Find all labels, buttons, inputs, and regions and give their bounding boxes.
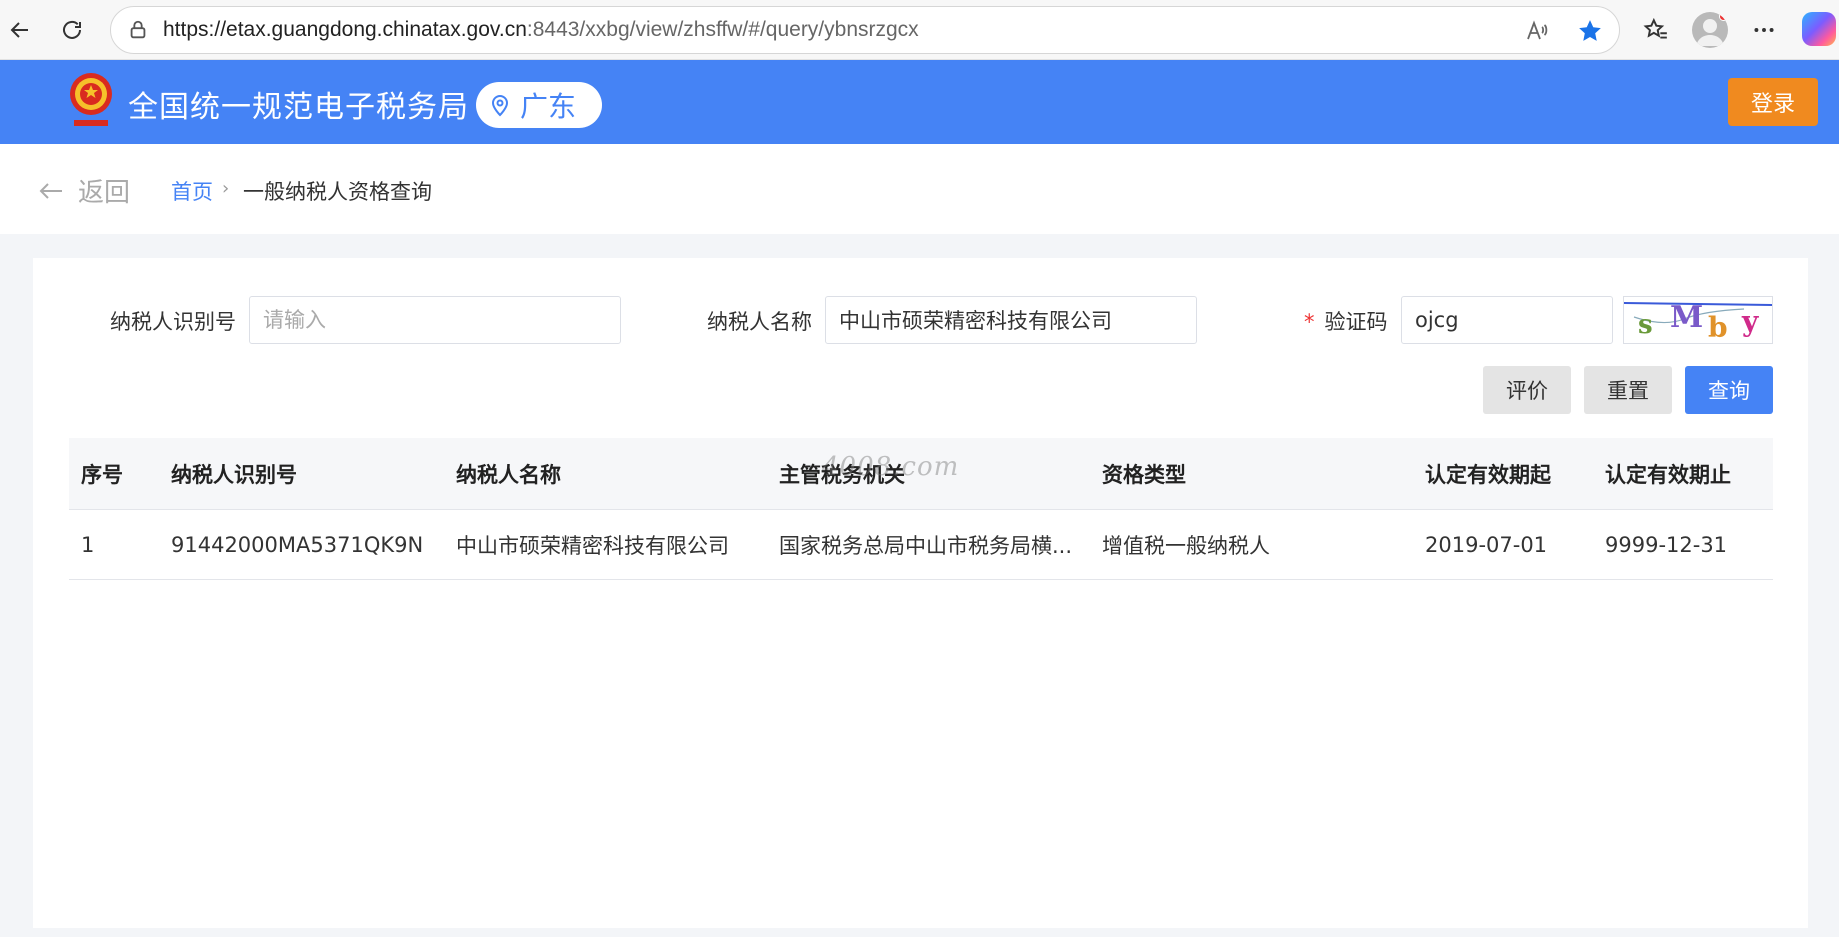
back-arrow-icon <box>39 182 62 199</box>
reset-button[interactable]: 重置 <box>1584 366 1672 414</box>
location-pin-icon <box>491 95 509 117</box>
evaluate-button[interactable]: 评价 <box>1483 366 1571 414</box>
region-label: 广东 <box>520 90 577 123</box>
url-text[interactable]: https://etax.guangdong.chinatax.gov.cn:8… <box>163 18 919 42</box>
col-header-qualification-type: 资格类型 <box>1102 462 1186 487</box>
cell-index: 1 <box>81 532 95 557</box>
captcha-image[interactable]: s M b y <box>1623 296 1773 344</box>
notification-dot <box>1719 12 1728 21</box>
favorite-star-icon[interactable] <box>1577 18 1603 44</box>
tax-emblem-logo <box>70 73 112 126</box>
address-bar[interactable]: https://etax.guangdong.chinatax.gov.cn:8… <box>110 6 1620 54</box>
refresh-icon[interactable] <box>54 12 90 48</box>
required-mark: * <box>1304 310 1315 334</box>
read-aloud-icon[interactable] <box>1525 19 1549 43</box>
favorites-icon[interactable] <box>1640 14 1672 46</box>
browser-toolbar: https://etax.guangdong.chinatax.gov.cn:8… <box>0 0 1839 60</box>
breadcrumb-current: 一般纳税人资格查询 <box>243 180 432 204</box>
login-button[interactable]: 登录 <box>1728 78 1818 126</box>
breadcrumb-separator: › <box>222 178 230 199</box>
lock-icon[interactable] <box>127 19 149 41</box>
back-link[interactable]: 返回 <box>36 172 130 209</box>
col-header-valid-from: 认定有效期起 <box>1425 462 1551 487</box>
back-label: 返回 <box>78 178 131 208</box>
col-header-taxpayer-id: 纳税人识别号 <box>171 462 297 487</box>
table-row[interactable]: 1 91442000MA5371QK9N 中山市硕荣精密科技有限公司 国家税务总… <box>69 510 1773 580</box>
svg-text:b: b <box>1708 311 1728 344</box>
profile-avatar[interactable] <box>1692 12 1728 48</box>
cell-valid-to: 9999-12-31 <box>1605 532 1728 557</box>
cell-valid-from: 2019-07-01 <box>1425 532 1548 557</box>
taxpayer-name-input[interactable] <box>825 296 1197 344</box>
svg-text:y: y <box>1741 305 1759 338</box>
back-arrow-icon[interactable] <box>2 12 38 48</box>
cell-qualification-type: 增值税一般纳税人 <box>1102 533 1270 558</box>
breadcrumb-bar: 返回 首页 › 一般纳税人资格查询 <box>0 144 1839 234</box>
query-panel: 纳税人识别号 纳税人名称 *验证码 s M b y 评价 重置 查询 序号 纳税… <box>33 258 1808 928</box>
region-selector[interactable]: 广东 <box>476 82 602 128</box>
more-options-icon[interactable] <box>1748 14 1780 46</box>
cell-tax-authority: 国家税务总局中山市税务局横... <box>779 533 1073 558</box>
site-header: 全国统一规范电子税务局 广东 登录 <box>0 60 1839 144</box>
col-header-index: 序号 <box>81 462 123 487</box>
taxpayer-name-label: 纳税人名称 <box>707 310 812 334</box>
cell-taxpayer-name: 中山市硕荣精密科技有限公司 <box>456 533 729 558</box>
col-header-valid-to: 认定有效期止 <box>1605 462 1731 487</box>
taxpayer-id-input[interactable] <box>249 296 621 344</box>
col-header-taxpayer-name: 纳税人名称 <box>456 462 561 487</box>
svg-text:M: M <box>1670 300 1703 335</box>
captcha-input[interactable] <box>1401 296 1613 344</box>
cell-taxpayer-id: 91442000MA5371QK9N <box>171 532 424 557</box>
taxpayer-id-label: 纳税人识别号 <box>110 310 236 334</box>
watermark-text: 4008.com <box>822 452 960 482</box>
copilot-icon[interactable] <box>1802 12 1836 46</box>
query-button[interactable]: 查询 <box>1685 366 1773 414</box>
site-title: 全国统一规范电子税务局 <box>128 90 469 125</box>
captcha-label: * 验证码 <box>1304 310 1388 334</box>
breadcrumb-home[interactable]: 首页 <box>171 176 213 206</box>
svg-text:s: s <box>1638 310 1653 340</box>
